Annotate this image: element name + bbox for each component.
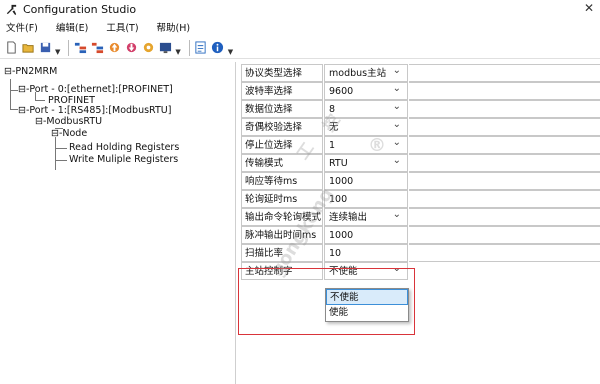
property-label: 奇偶校验选择: [241, 118, 323, 136]
control-word-dropdown-list[interactable]: 不使能 使能: [325, 288, 409, 322]
tree-line: [55, 148, 67, 149]
tree-label: Write Muliple Registers: [69, 154, 179, 165]
menu-bar: 文件(F) 编辑(E) 工具(T) 帮助(H): [0, 19, 600, 35]
tree-node-read-holding[interactable]: Read Holding Registers: [69, 142, 179, 153]
tree-label: Node: [62, 128, 88, 139]
property-row-filler: [409, 154, 600, 172]
property-label: 停止位选择: [241, 136, 323, 154]
toolbar-separator: [68, 39, 70, 56]
property-label: 输出命令轮询模式: [241, 208, 323, 226]
property-label: 协议类型选择: [241, 64, 323, 82]
property-label: 轮询延时ms: [241, 190, 323, 208]
tree-label: PN2MRM: [15, 66, 58, 77]
save-dropdown-icon[interactable]: ▼: [55, 48, 60, 56]
property-grid: 协议类型选择modbus主站波特率选择9600数据位选择8奇偶校验选择无停止位选…: [241, 62, 600, 384]
property-row: 传输模式 RTU: [241, 152, 600, 172]
tree-add-icon[interactable]: [73, 41, 87, 55]
open-folder-icon[interactable]: [21, 41, 35, 55]
property-label: 扫描比率: [241, 244, 323, 262]
property-label: 响应等待ms: [241, 172, 323, 190]
toolbar: ▼ ▼ ▼: [0, 37, 600, 59]
menu-edit[interactable]: 编辑(E): [56, 20, 88, 34]
info-dropdown-icon[interactable]: ▼: [228, 48, 233, 56]
property-value-input[interactable]: 1000: [324, 172, 408, 190]
device-tree: ⊟-PN2MRM ⊟-Port - 0:[ethernet]:[PROFINET…: [0, 62, 236, 384]
property-value-combo[interactable]: 连续输出: [324, 206, 408, 226]
dropdown-option-enable[interactable]: 使能: [326, 305, 408, 321]
property-label: 数据位选择: [241, 100, 323, 118]
tree-line: [10, 90, 18, 91]
tree-label: Read Holding Registers: [69, 142, 180, 153]
property-label: 波特率选择: [241, 82, 323, 100]
checklist-icon[interactable]: [194, 41, 208, 55]
property-row-filler: [409, 100, 600, 118]
property-row-filler: [409, 136, 600, 154]
tree-node-modbusrtu[interactable]: ⊟-ModbusRTU: [35, 116, 102, 127]
tree-label: Port - 0:[ethernet]:[PROFINET]: [29, 84, 173, 95]
property-row: 停止位选择 1: [241, 134, 600, 154]
close-button[interactable]: ✕: [584, 1, 594, 15]
tree-node-node[interactable]: ⊟-Node: [51, 128, 87, 139]
save-icon[interactable]: [38, 41, 52, 55]
tree-node-root[interactable]: ⊟-PN2MRM: [4, 66, 57, 77]
window-title: Configuration Studio: [23, 2, 137, 16]
menu-help[interactable]: 帮助(H): [157, 20, 191, 34]
tree-line: [55, 160, 67, 161]
tree-node-icon[interactable]: [90, 41, 104, 55]
property-row: 输出命令轮询模式 连续输出: [241, 206, 600, 226]
property-row: 脉冲输出时间ms 1000: [241, 226, 600, 244]
property-label: 传输模式: [241, 154, 323, 172]
property-row-filler: [409, 64, 600, 82]
property-row-filler: [409, 82, 600, 100]
monitor-icon[interactable]: [158, 41, 172, 55]
property-label: 脉冲输出时间ms: [241, 226, 323, 244]
property-row: 扫描比率 10: [241, 244, 600, 262]
upload-icon[interactable]: [107, 41, 121, 55]
menu-file[interactable]: 文件(F): [6, 20, 38, 34]
info-icon[interactable]: [211, 41, 225, 55]
property-row-filler: [409, 190, 600, 208]
property-row-filler: [409, 172, 600, 190]
property-row: 响应等待ms 1000: [241, 172, 600, 190]
tree-line: [10, 109, 18, 110]
tree-line: [35, 100, 45, 101]
title-bar: Configuration Studio ✕: [0, 0, 600, 18]
tree-label: ModbusRTU: [46, 116, 103, 127]
settings-icon[interactable]: [141, 41, 155, 55]
tree-node-write-multiple[interactable]: Write Muliple Registers: [69, 154, 178, 165]
property-row: 协议类型选择 modbus主站: [241, 62, 600, 82]
property-value-combo[interactable]: RTU: [324, 152, 408, 172]
property-row: 奇偶校验选择无: [241, 116, 600, 136]
property-row: 数据位选择 8: [241, 98, 600, 118]
property-row: 轮询延时ms 100: [241, 190, 600, 208]
property-row-filler: [409, 118, 600, 136]
tree-label: Port - 1:[RS485]:[ModbusRTU]: [29, 105, 172, 116]
dropdown-option-disable[interactable]: 不使能: [326, 289, 408, 305]
tree-line: [55, 137, 56, 170]
menu-tools[interactable]: 工具(T): [106, 20, 138, 34]
tree-node-port0[interactable]: ⊟-Port - 0:[ethernet]:[PROFINET]: [18, 84, 173, 95]
new-file-icon[interactable]: [4, 41, 18, 55]
monitor-dropdown-icon[interactable]: ▼: [175, 48, 180, 56]
toolbar-separator: [188, 39, 190, 56]
property-row: 波特率选择 9600: [241, 80, 600, 100]
download-icon[interactable]: [124, 41, 138, 55]
property-value-input[interactable]: 1000: [324, 226, 408, 244]
property-row-filler: [409, 208, 600, 226]
property-row-filler: [409, 226, 600, 244]
property-row-filler: [409, 244, 600, 262]
tree-line: [10, 79, 11, 109]
tools-icon: [6, 4, 17, 15]
tree-node-port1[interactable]: ⊟-Port - 1:[RS485]:[ModbusRTU]: [18, 105, 171, 116]
